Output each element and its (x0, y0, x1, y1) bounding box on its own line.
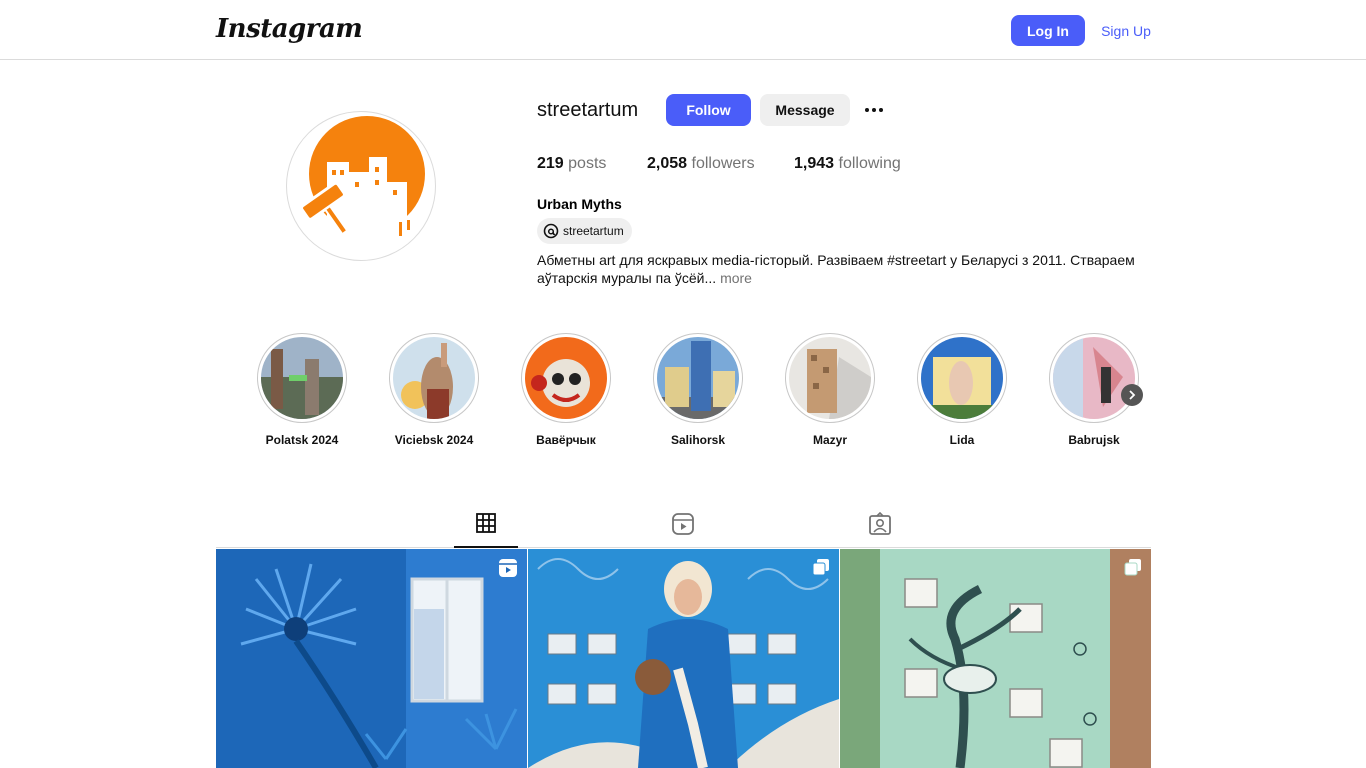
follow-button[interactable]: Follow (666, 94, 751, 126)
followers-count-label: followers (691, 155, 755, 172)
post-thumbnail[interactable] (840, 549, 1151, 768)
reel-badge-icon (499, 559, 517, 577)
active-tab-indicator (454, 546, 518, 548)
highlight-cover-image (393, 337, 475, 419)
grid-icon (476, 513, 496, 533)
reels-icon (672, 513, 694, 535)
posts-count-value: 219 (537, 155, 564, 172)
highlight-label: Lida (949, 433, 975, 447)
tab-tagged[interactable] (848, 512, 912, 548)
posts-count: 219 posts (537, 154, 606, 174)
followers-count[interactable]: 2,058 followers (647, 154, 755, 174)
profile-username: streetartum (537, 99, 639, 121)
highlight-cover-image (261, 337, 343, 419)
highlight-cover-image (1053, 337, 1135, 419)
highlight-label: Вавёрчык (536, 433, 596, 447)
message-button[interactable]: Message (760, 94, 850, 126)
carousel-badge-icon (812, 559, 829, 576)
log-in-button[interactable]: Log In (1011, 15, 1085, 46)
sign-up-button[interactable]: Sign Up (1095, 15, 1157, 46)
followers-count-value: 2,058 (647, 155, 688, 172)
highlight-lida[interactable]: Lida (917, 333, 1007, 447)
highlight-viciebsk-2024[interactable]: Viciebsk 2024 (389, 333, 479, 447)
tab-posts[interactable] (454, 512, 518, 548)
threads-link[interactable]: streetartum (537, 218, 632, 244)
highlight-babrujsk[interactable]: Babrujsk (1049, 333, 1139, 447)
highlight-cover-image (789, 337, 871, 419)
highlight-cover-image (921, 337, 1003, 419)
highlight-cover-image (657, 337, 739, 419)
more-options-icon[interactable] (860, 98, 888, 122)
highlight-label: Viciebsk 2024 (394, 433, 474, 447)
post-thumbnail[interactable] (216, 549, 527, 768)
avatar-logo-image (300, 116, 425, 236)
instagram-logo[interactable]: Instagram (216, 14, 363, 44)
post-thumbnail[interactable] (528, 549, 839, 768)
highlight-mazyr[interactable]: Mazyr (785, 333, 875, 447)
top-nav-bar: Instagram Log In Sign Up (0, 0, 1366, 60)
post-image (528, 549, 839, 768)
following-count[interactable]: 1,943 following (794, 154, 901, 174)
highlight-vaviorchyk[interactable]: Вавёрчык (521, 333, 611, 447)
following-count-label: following (838, 155, 901, 172)
posts-count-label: posts (568, 155, 607, 172)
following-count-value: 1,943 (794, 155, 835, 172)
threads-icon (543, 223, 559, 239)
profile-full-name: Urban Myths (537, 196, 622, 212)
tagged-icon (869, 512, 891, 535)
profile-avatar[interactable] (286, 111, 436, 261)
post-image (216, 549, 527, 768)
highlight-salihorsk[interactable]: Salihorsk (653, 333, 743, 447)
profile-bio: Абметны art для яскравых media-гісторый.… (537, 251, 1152, 287)
highlight-label: Salihorsk (670, 433, 726, 447)
highlights-next-icon[interactable] (1121, 384, 1143, 406)
highlight-label: Babrujsk (1068, 433, 1120, 447)
bio-text: Абметны art для яскравых media-гісторый.… (537, 252, 1135, 286)
carousel-badge-icon (1124, 559, 1141, 576)
highlight-polatsk-2024[interactable]: Polatsk 2024 (257, 333, 347, 447)
highlight-label: Mazyr (812, 433, 847, 447)
tab-reels[interactable] (651, 512, 715, 548)
highlight-cover-image (525, 337, 607, 419)
post-image (840, 549, 1151, 768)
bio-more-link[interactable]: more (720, 270, 752, 286)
threads-handle: streetartum (563, 224, 624, 238)
highlight-label: Polatsk 2024 (265, 433, 339, 447)
